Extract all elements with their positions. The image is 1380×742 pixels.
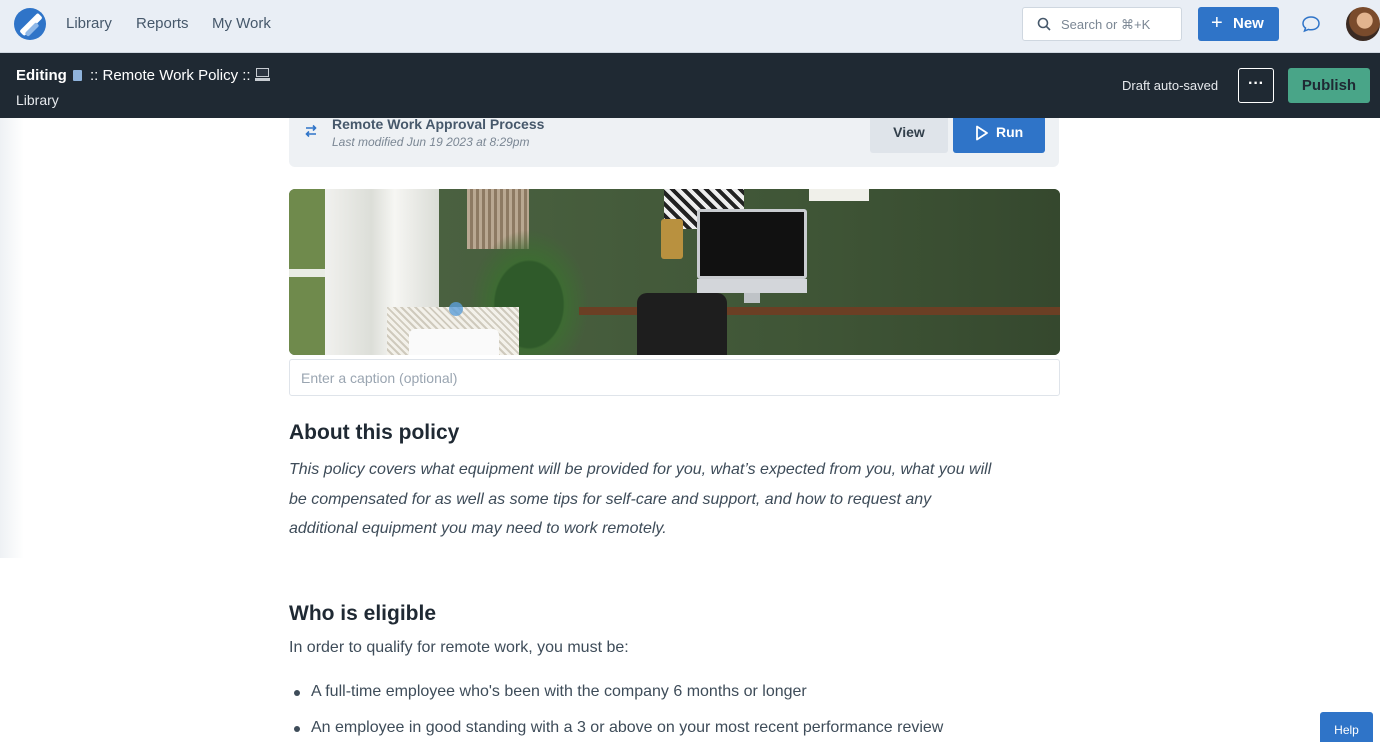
nav-link-library[interactable]: Library bbox=[66, 15, 112, 32]
nav-link-reports[interactable]: Reports bbox=[136, 15, 189, 32]
workflow-card: Remote Work Approval Process Last modifi… bbox=[289, 116, 1059, 167]
laptop-emoji-icon bbox=[255, 68, 270, 81]
new-button[interactable]: + New bbox=[1198, 7, 1279, 41]
left-edge-shadow bbox=[0, 118, 24, 558]
new-button-label: New bbox=[1233, 15, 1264, 32]
comments-icon[interactable] bbox=[1300, 13, 1322, 35]
workflow-title[interactable]: Remote Work Approval Process bbox=[332, 116, 544, 132]
list-item: A full-time employee who's been with the… bbox=[311, 683, 807, 700]
about-paragraph: This policy covers what equipment will b… bbox=[289, 455, 1064, 544]
bullet-dot bbox=[294, 726, 300, 732]
user-avatar[interactable] bbox=[1346, 7, 1380, 41]
editing-mode-label: Editing bbox=[16, 67, 67, 84]
more-options-button[interactable]: ··· bbox=[1238, 68, 1274, 103]
breadcrumb-library[interactable]: Library bbox=[16, 92, 59, 108]
about-line: be compensated for as well as some tips … bbox=[289, 490, 932, 508]
workflow-last-modified: Last modified Jun 19 2023 at 8:29pm bbox=[332, 135, 530, 149]
top-nav: Library Reports My Work Search or ⌘+K + … bbox=[0, 0, 1380, 53]
image-caption-input[interactable]: Enter a caption (optional) bbox=[289, 359, 1060, 396]
autosave-status: Draft auto-saved bbox=[1122, 78, 1219, 93]
search-placeholder: Search or ⌘+K bbox=[1061, 17, 1151, 32]
play-icon bbox=[976, 125, 988, 141]
nav-link-my-work[interactable]: My Work bbox=[212, 15, 271, 32]
view-button[interactable]: View bbox=[870, 118, 948, 153]
about-heading: About this policy bbox=[289, 421, 460, 444]
help-button[interactable]: Help bbox=[1320, 712, 1373, 742]
hero-image[interactable] bbox=[289, 189, 1060, 355]
plus-icon: + bbox=[1211, 12, 1223, 34]
run-button[interactable]: Run bbox=[953, 118, 1045, 153]
eligible-intro: In order to qualify for remote work, you… bbox=[289, 639, 629, 656]
workflow-icon bbox=[305, 124, 317, 138]
eligible-heading: Who is eligible bbox=[289, 602, 437, 625]
about-line: This policy covers what equipment will b… bbox=[289, 461, 992, 478]
bullet-dot bbox=[294, 690, 300, 696]
document-title[interactable]: :: Remote Work Policy :: bbox=[90, 67, 251, 84]
document-icon bbox=[73, 70, 82, 81]
search-icon bbox=[1037, 17, 1051, 31]
caption-placeholder: Enter a caption (optional) bbox=[301, 370, 458, 386]
app-logo-icon[interactable] bbox=[14, 8, 46, 40]
editing-bar: Editing :: Remote Work Policy :: Library… bbox=[0, 53, 1380, 118]
run-button-label: Run bbox=[996, 124, 1024, 140]
search-input[interactable]: Search or ⌘+K bbox=[1022, 7, 1182, 41]
about-line: additional equipment you may need to wor… bbox=[289, 520, 667, 537]
publish-button[interactable]: Publish bbox=[1288, 68, 1370, 103]
list-item: An employee in good standing with a 3 or… bbox=[311, 719, 944, 736]
